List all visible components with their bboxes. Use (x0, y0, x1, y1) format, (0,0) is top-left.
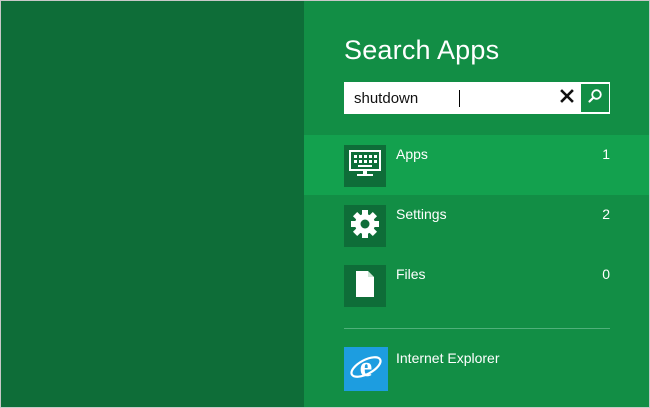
category-files[interactable]: Files 0 (304, 255, 649, 315)
result-label: Internet Explorer (396, 350, 500, 366)
start-screen-background (1, 1, 304, 407)
search-go-button[interactable] (581, 84, 609, 112)
category-count: 0 (602, 266, 610, 282)
files-tile (344, 265, 386, 307)
category-apps[interactable]: Apps 1 (304, 135, 649, 195)
category-label: Settings (396, 206, 447, 222)
search-icon (587, 88, 603, 109)
category-count: 1 (602, 146, 610, 162)
search-charm-pane: Search Apps shutdown Apps 1 Settings 2 F… (304, 1, 649, 407)
category-label: Files (396, 266, 426, 282)
settings-tile (344, 205, 386, 247)
gear-icon (350, 209, 380, 244)
internet-explorer-tile: e (344, 347, 388, 391)
document-icon (353, 269, 377, 304)
apps-tile (344, 145, 386, 187)
clear-search-button[interactable] (553, 83, 581, 113)
result-internet-explorer[interactable]: e Internet Explorer (304, 337, 649, 407)
screen: Search Apps shutdown Apps 1 Settings 2 F… (0, 0, 650, 408)
svg-text:e: e (360, 352, 372, 383)
search-input[interactable] (345, 83, 550, 113)
text-caret (459, 90, 460, 107)
internet-explorer-icon: e (348, 349, 384, 390)
close-icon (560, 88, 574, 108)
category-label: Apps (396, 146, 428, 162)
results-divider (344, 328, 610, 329)
search-title: Search Apps (344, 35, 500, 65)
search-box[interactable] (344, 82, 610, 114)
category-settings[interactable]: Settings 2 (304, 195, 649, 255)
keyboard-monitor-icon (348, 148, 382, 185)
category-count: 2 (602, 206, 610, 222)
